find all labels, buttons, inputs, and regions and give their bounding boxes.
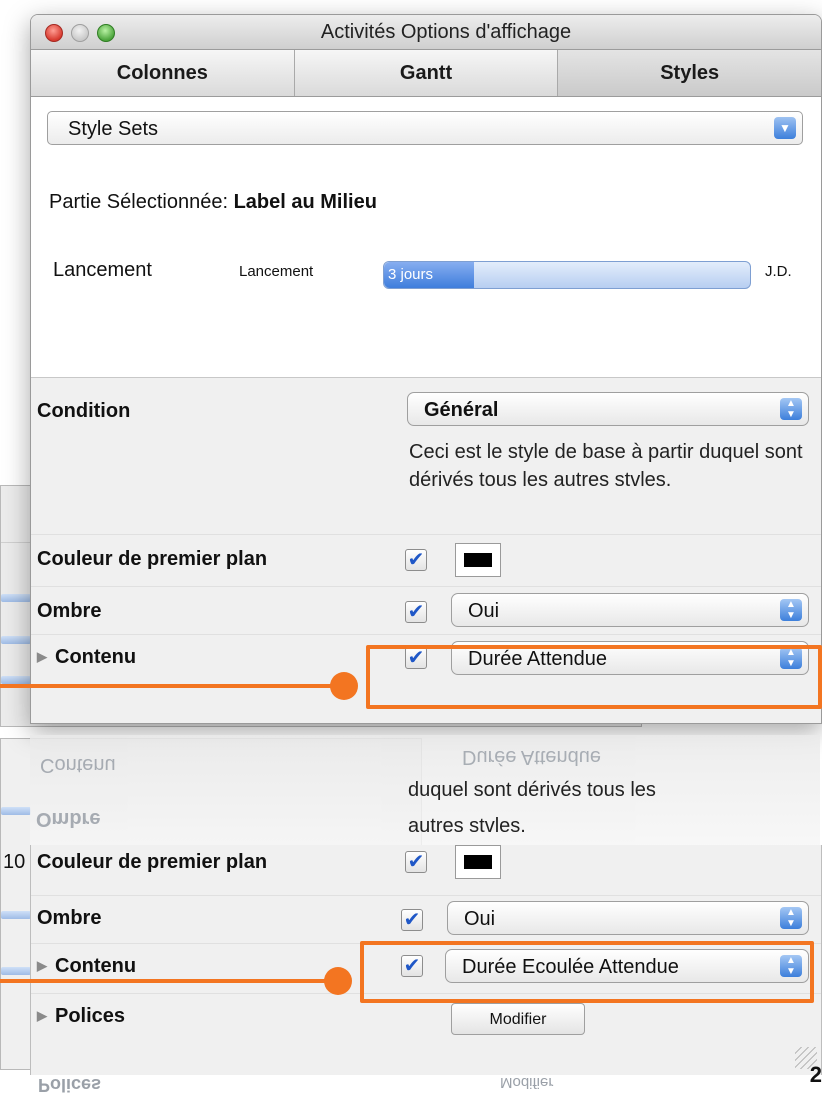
foreground-color-swatch[interactable] bbox=[455, 543, 501, 577]
shadow-checkbox[interactable]: ✔ bbox=[405, 601, 427, 623]
preview-left-label: Lancement bbox=[239, 263, 314, 280]
reflected-content-label: Contenu bbox=[40, 754, 116, 776]
fonts-label[interactable]: ▶ Polices bbox=[37, 1005, 125, 1028]
modify-fonts-button[interactable]: Modifier bbox=[451, 1003, 585, 1035]
selected-part-label: Partie Sélectionnée: Label au Milieu bbox=[49, 191, 377, 214]
shadow-label: Ombre bbox=[37, 600, 102, 622]
shadow-popup[interactable]: Oui ▲ ▼ bbox=[451, 593, 809, 627]
foreground-color-checkbox[interactable]: ✔ bbox=[405, 549, 427, 571]
style-sets-value: Style Sets bbox=[68, 118, 159, 140]
condition-value: Général bbox=[424, 399, 499, 421]
foreground-color-label: Couleur de premier plan bbox=[37, 851, 268, 873]
foreground-color-row: Couleur de premier plan ✔ bbox=[31, 845, 821, 896]
condition-popup[interactable]: Général ▲ ▼ bbox=[407, 392, 809, 426]
condition-label: Condition bbox=[37, 400, 131, 422]
description-tail: duquel sont dérivés tous les bbox=[408, 779, 656, 801]
shadow-row: Ombre ✔ Oui ▲ ▼ bbox=[31, 586, 821, 635]
callout-dot bbox=[324, 967, 352, 995]
content-label[interactable]: ▶ Contenu bbox=[37, 955, 136, 978]
gantt-preview-row: Lancement Lancement 3 jours J.D. bbox=[31, 245, 821, 325]
foreground-color-label: Couleur de premier plan bbox=[37, 548, 268, 570]
background-gantt-bar bbox=[1, 594, 31, 602]
title-bar[interactable]: Activités Options d'affichage bbox=[31, 15, 821, 50]
shadow-value: Oui bbox=[468, 600, 500, 622]
callout-dot bbox=[330, 672, 358, 700]
disclosure-triangle-icon[interactable]: ▶ bbox=[37, 649, 47, 665]
selected-part-value: Label au Milieu bbox=[233, 191, 377, 213]
reflected-shadow-label: Ombre bbox=[36, 808, 101, 830]
reflected-fonts-label: Polices bbox=[38, 1075, 102, 1095]
tab-colonnes[interactable]: Colonnes bbox=[31, 50, 295, 96]
tab-gantt[interactable]: Gantt bbox=[294, 50, 559, 96]
display-options-window: Activités Options d'affichage Colonnes G… bbox=[30, 14, 822, 724]
fonts-label-text: Polices bbox=[55, 1005, 126, 1027]
stepper-icon[interactable]: ▲ ▼ bbox=[780, 907, 802, 929]
background-gantt-bar bbox=[1, 676, 31, 684]
chevron-down-icon[interactable]: ▼ bbox=[774, 117, 796, 139]
shadow-value: Oui bbox=[464, 908, 496, 930]
background-gantt-bar bbox=[1, 807, 31, 815]
shadow-checkbox[interactable]: ✔ bbox=[401, 909, 423, 931]
disclosure-triangle-icon[interactable]: ▶ bbox=[37, 958, 47, 974]
shadow-label: Ombre bbox=[37, 907, 102, 929]
foreground-color-row: Couleur de premier plan ✔ bbox=[31, 534, 821, 587]
content-highlight-box bbox=[366, 645, 822, 709]
content-highlight-box bbox=[360, 941, 814, 1003]
preview-task-name: Lancement bbox=[53, 259, 152, 281]
selected-part-prefix: Partie Sélectionnée: bbox=[49, 191, 229, 213]
background-gantt-bar bbox=[1, 636, 31, 644]
reflected-content-value: Durée Attendue bbox=[462, 746, 601, 768]
stepper-icon[interactable]: ▲ ▼ bbox=[780, 599, 802, 621]
style-description: Ceci est le style de base à partir duque… bbox=[409, 441, 803, 491]
reflected-modify-button: Modifier bbox=[500, 1074, 554, 1091]
background-gantt-bar bbox=[1, 967, 31, 975]
callout-connector-line bbox=[0, 684, 340, 688]
stepper-icon[interactable]: ▲ ▼ bbox=[780, 398, 802, 420]
preview-gantt-bar[interactable]: 3 jours bbox=[383, 261, 751, 289]
condition-row: Condition Général ▲ ▼ Ceci est le style d… bbox=[31, 378, 821, 535]
description-tail-2: autres stvles. bbox=[408, 815, 526, 837]
style-sets-popup[interactable]: Style Sets ▼ bbox=[47, 111, 803, 145]
background-gantt-bar bbox=[1, 911, 31, 919]
background-row-divider bbox=[1, 542, 31, 543]
disclosure-triangle-icon[interactable]: ▶ bbox=[37, 1008, 47, 1024]
foreground-color-checkbox[interactable]: ✔ bbox=[405, 851, 427, 873]
preview-middle-label[interactable]: 3 jours bbox=[384, 262, 474, 288]
foreground-color-swatch[interactable] bbox=[455, 845, 501, 879]
tab-styles[interactable]: Styles bbox=[558, 50, 821, 96]
content-label[interactable]: ▶ Contenu bbox=[37, 646, 136, 669]
page-number: 2 bbox=[809, 1062, 822, 1087]
content-label-text: Contenu bbox=[55, 955, 137, 977]
content-label-text: Contenu bbox=[55, 646, 137, 668]
tab-bar: Colonnes Gantt Styles bbox=[31, 50, 821, 97]
callout-connector-line bbox=[0, 979, 334, 983]
preview-end-label: J.D. bbox=[765, 263, 792, 280]
window-title: Activités Options d'affichage bbox=[320, 21, 572, 43]
background-window-digit: 10 bbox=[3, 851, 26, 873]
shadow-popup[interactable]: Oui ▲ ▼ bbox=[447, 901, 809, 935]
shadow-row: Ombre ✔ Oui ▲ ▼ bbox=[31, 895, 821, 944]
